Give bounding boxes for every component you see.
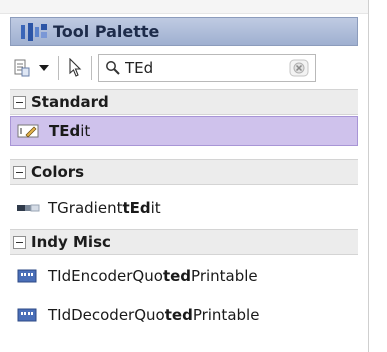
categories-button[interactable] bbox=[14, 55, 30, 81]
category-header-colors[interactable]: Colors bbox=[10, 159, 358, 185]
search-input[interactable] bbox=[125, 58, 265, 77]
palette-item-tiddecoderquotedprintable[interactable]: TIdDecoderQuotedPrintable bbox=[10, 300, 358, 330]
palette-item-label: TGradienttEdit bbox=[48, 199, 161, 217]
palette-item-tgradientedit[interactable]: TGradienttEdit bbox=[10, 193, 358, 223]
category-header-standard[interactable]: Standard bbox=[10, 89, 358, 115]
palette-item-label: TIdDecoderQuotedPrintable bbox=[48, 306, 260, 324]
category-label: Colors bbox=[31, 163, 85, 181]
categories-icon bbox=[14, 59, 30, 76]
search-icon bbox=[106, 60, 120, 75]
search-box[interactable] bbox=[98, 53, 316, 82]
category-header-indy-misc[interactable]: Indy Misc bbox=[10, 229, 358, 255]
palette-item-label: TIdEncoderQuotedPrintable bbox=[48, 267, 258, 285]
collapse-minus-icon[interactable] bbox=[13, 165, 26, 179]
chevron-down-icon bbox=[39, 64, 49, 71]
category-label: Standard bbox=[31, 93, 109, 111]
toolbar-separator bbox=[58, 55, 59, 80]
palette-item-tidencoderquotedprintable[interactable]: TIdEncoderQuotedPrintable bbox=[10, 261, 358, 291]
palette-toolbar bbox=[10, 49, 358, 86]
palette-item-label: TEdit bbox=[49, 122, 91, 140]
palette-title: Tool Palette bbox=[53, 22, 160, 41]
tedit-component-icon bbox=[17, 124, 39, 138]
clear-search-icon[interactable] bbox=[289, 59, 309, 77]
pointer-button[interactable] bbox=[67, 55, 83, 81]
categories-dropdown-button[interactable] bbox=[38, 55, 50, 81]
category-label: Indy Misc bbox=[31, 233, 111, 251]
quoted-printable-component-icon bbox=[17, 308, 37, 322]
pointer-icon bbox=[69, 57, 82, 77]
palette-title-bar[interactable]: Tool Palette bbox=[10, 17, 358, 46]
palette-item-tedit[interactable]: TEdit bbox=[10, 116, 358, 146]
top-strip bbox=[0, 0, 368, 14]
collapse-minus-icon[interactable] bbox=[13, 95, 26, 109]
toolbar-separator bbox=[91, 55, 92, 80]
gradient-edit-component-icon bbox=[17, 204, 40, 212]
collapse-minus-icon[interactable] bbox=[13, 235, 26, 249]
tool-palette-icon bbox=[21, 22, 47, 41]
tool-palette-panel: Tool Palette TEd Standard TEdit Colors T… bbox=[0, 0, 369, 352]
quoted-printable-component-icon bbox=[17, 269, 37, 283]
